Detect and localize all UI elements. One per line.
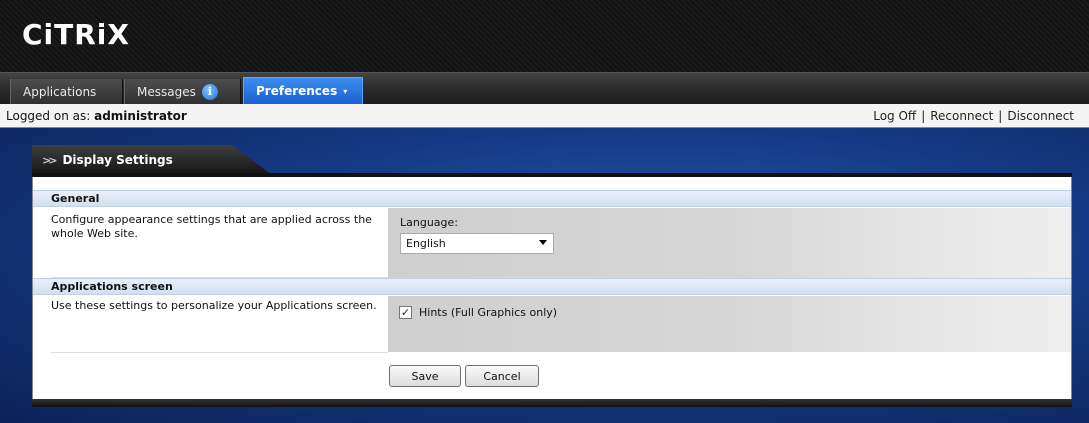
display-settings-panel: >> Display Settings General Configure ap… [32, 145, 1072, 407]
section-heading-applications-screen: Applications screen [33, 278, 1071, 295]
panel-body: General Configure appearance settings th… [32, 177, 1072, 399]
language-select[interactable]: English [400, 233, 554, 254]
main-nav: Applications Messages i Preferences ▾ [0, 72, 1089, 105]
logged-on-label: Logged on as: [6, 108, 95, 123]
double-chevron-right-icon: >> [42, 153, 58, 167]
reconnect-link[interactable]: Reconnect [925, 109, 998, 123]
dropdown-arrow-icon [539, 240, 547, 245]
hints-checkbox-label[interactable]: Hints (Full Graphics only) [419, 306, 557, 319]
panel-tab-display-settings: >> Display Settings [32, 145, 272, 175]
panel-title: Display Settings [62, 153, 173, 167]
log-off-link[interactable]: Log Off [868, 109, 921, 123]
logged-on-info: Logged on as: administrator [6, 109, 187, 123]
row-divider [51, 352, 388, 353]
tab-preferences-label: Preferences [256, 84, 338, 98]
tab-messages-label: Messages [137, 85, 196, 99]
general-description: Configure appearance settings that are a… [51, 213, 372, 240]
session-links: Log Off | Reconnect | Disconnect [868, 109, 1079, 123]
tab-applications-label: Applications [23, 85, 97, 99]
logo-text: CiTRiX [22, 18, 130, 51]
header-bar: CiTRiX [0, 0, 1089, 72]
hints-checkbox[interactable]: ✓ [399, 306, 412, 319]
tab-preferences[interactable]: Preferences ▾ [243, 77, 363, 105]
language-label: Language: [400, 216, 458, 229]
section-heading-general: General [33, 190, 1071, 207]
applications-settings-area [388, 296, 1071, 352]
citrix-logo: CiTRiX [22, 18, 142, 58]
info-icon: i [201, 84, 218, 100]
chevron-down-icon: ▾ [343, 86, 348, 96]
tab-messages[interactable]: Messages i [124, 79, 241, 105]
language-select-value: English [406, 237, 446, 250]
cancel-button[interactable]: Cancel [465, 365, 539, 387]
tab-applications[interactable]: Applications [10, 79, 123, 105]
panel-bottom-border [32, 399, 1072, 407]
disconnect-link[interactable]: Disconnect [1002, 109, 1079, 123]
logged-on-user: administrator [94, 108, 187, 123]
save-button[interactable]: Save [389, 365, 461, 387]
applications-description: Use these settings to personalize your A… [51, 299, 377, 312]
session-status-bar: Logged on as: administrator Log Off | Re… [0, 104, 1089, 128]
